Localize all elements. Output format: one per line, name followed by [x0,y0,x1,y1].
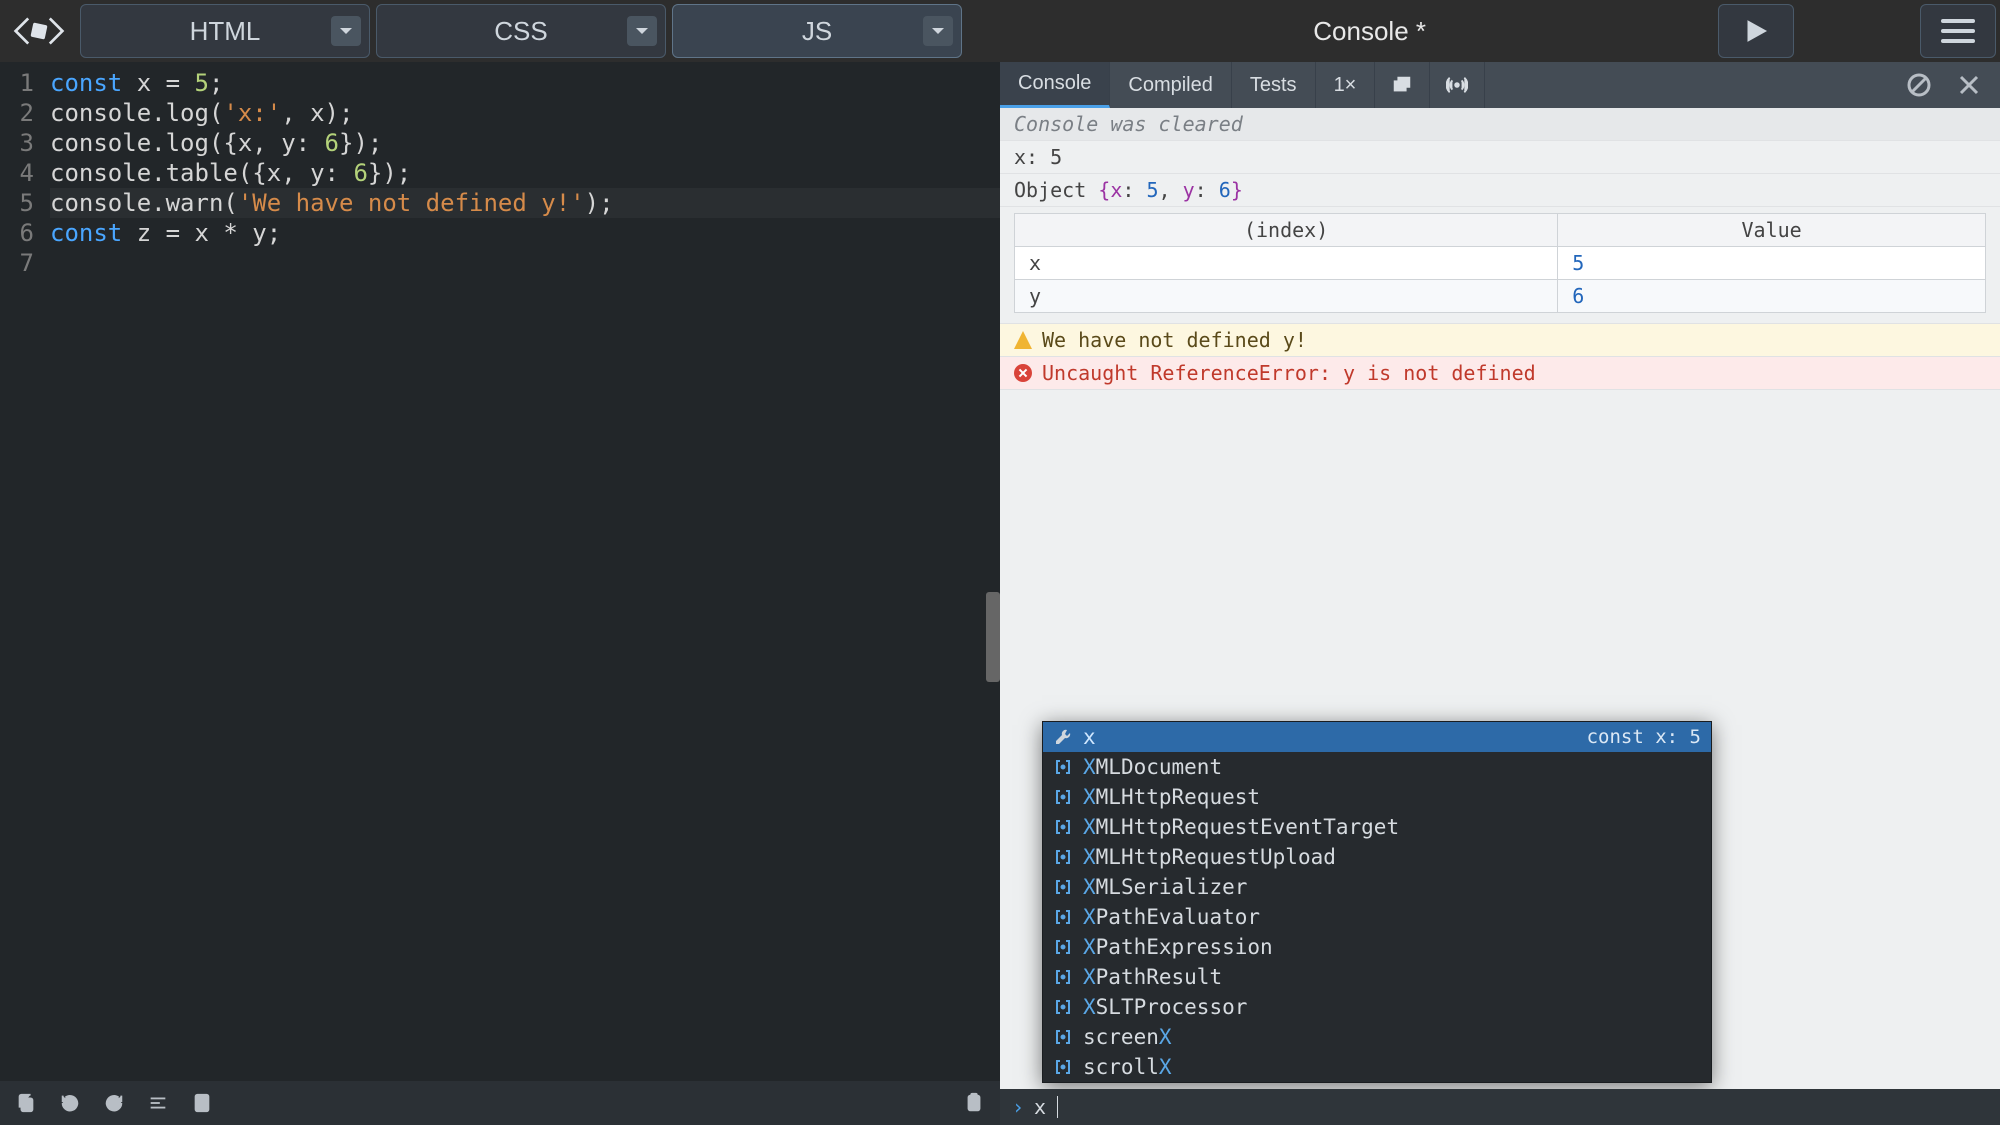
autocomplete-item[interactable]: screenX [1043,1022,1711,1052]
output-pane: Console Compiled Tests 1× Console was cl… [1000,62,2000,1125]
autocomplete-popup[interactable]: xconst x: 5XMLDocumentXMLHttpRequestXMLH… [1042,721,1712,1083]
export-button[interactable] [182,1085,222,1121]
bracket-icon [1053,997,1073,1017]
bracket-icon [1053,967,1073,987]
paste-button[interactable] [954,1085,994,1121]
tab-console[interactable]: Console [1000,62,1110,108]
error-icon [1014,364,1032,382]
autocomplete-item[interactable]: XSLTProcessor [1043,992,1711,1022]
console-input-value: x [1034,1095,1046,1119]
line-gutter: 1234567 [0,68,50,1081]
table-row-key: y [1015,280,1558,313]
editor-footer [0,1081,1000,1125]
menu-button[interactable] [1920,4,1996,58]
warn-icon [1014,331,1032,349]
broadcast-button[interactable] [1430,62,1485,108]
scale-indicator[interactable]: 1× [1316,62,1376,108]
bracket-icon [1053,907,1073,927]
code-content[interactable]: const x = 5;console.log('x:', x);console… [50,68,1000,1081]
console-table: (index) Value x5y6 [1000,207,2000,324]
tab-css[interactable]: CSS [376,4,666,58]
copy-button[interactable] [6,1085,46,1121]
autocomplete-item[interactable]: XMLHttpRequestUpload [1043,842,1711,872]
editor-scrollbar[interactable] [986,592,1000,682]
autocomplete-item[interactable]: XPathResult [1043,962,1711,992]
code-editor[interactable]: 1234567 const x = 5;console.log('x:', x)… [0,62,1000,1081]
autocomplete-item[interactable]: xconst x: 5 [1043,722,1711,752]
tab-html[interactable]: HTML [80,4,370,58]
tab-css-label: CSS [494,16,547,47]
run-button[interactable] [1718,4,1794,58]
bracket-icon [1053,1057,1073,1077]
table-header-index: (index) [1015,214,1558,247]
bracket-icon [1053,1027,1073,1047]
clear-console-icon[interactable] [1906,72,1932,98]
autocomplete-item[interactable]: XMLHttpRequestEventTarget [1043,812,1711,842]
tab-html-dropdown-icon[interactable] [331,16,361,46]
autocomplete-item[interactable]: XPathExpression [1043,932,1711,962]
editor-pane: 1234567 const x = 5;console.log('x:', x)… [0,62,1000,1125]
undo-button[interactable] [50,1085,90,1121]
table-header-value: Value [1558,214,1986,247]
close-panel-icon[interactable] [1956,72,1982,98]
prompt-icon: › [1012,1095,1024,1119]
tab-tests[interactable]: Tests [1232,62,1316,108]
app-logo[interactable] [4,4,74,58]
console-body: Console was cleared x: 5 Object {x: 5, y… [1000,108,2000,1125]
document-title: Console * [1313,16,1426,47]
autocomplete-item[interactable]: XPathEvaluator [1043,902,1711,932]
table-row-key: x [1015,247,1558,280]
console-input[interactable]: › x [1000,1089,2000,1125]
console-log-object: Object {x: 5, y: 6} [1000,174,2000,207]
console-cleared-msg: Console was cleared [1000,108,2000,141]
autocomplete-item[interactable]: scrollX [1043,1052,1711,1082]
autocomplete-item[interactable]: XMLSerializer [1043,872,1711,902]
topbar: HTML CSS JS Console * [0,0,2000,62]
format-button[interactable] [138,1085,178,1121]
bracket-icon [1053,787,1073,807]
tab-js-dropdown-icon[interactable] [923,16,953,46]
bracket-icon [1053,937,1073,957]
redo-button[interactable] [94,1085,134,1121]
console-warning: We have not defined y! [1000,324,2000,357]
table-row-value: 6 [1558,280,1986,313]
wrench-icon [1053,727,1073,747]
bracket-icon [1053,757,1073,777]
bracket-icon [1053,877,1073,897]
popout-button[interactable] [1375,62,1430,108]
autocomplete-item[interactable]: XMLHttpRequest [1043,782,1711,812]
bracket-icon [1053,817,1073,837]
tab-js-label: JS [802,16,832,47]
console-log-line: x: 5 [1000,141,2000,174]
tab-html-label: HTML [190,16,261,47]
bracket-icon [1053,847,1073,867]
table-row-value: 5 [1558,247,1986,280]
tab-js[interactable]: JS [672,4,962,58]
tab-css-dropdown-icon[interactable] [627,16,657,46]
console-error: Uncaught ReferenceError: y is not define… [1000,357,2000,390]
tab-compiled[interactable]: Compiled [1110,62,1231,108]
autocomplete-item[interactable]: XMLDocument [1043,752,1711,782]
output-tabs: Console Compiled Tests 1× [1000,62,2000,108]
